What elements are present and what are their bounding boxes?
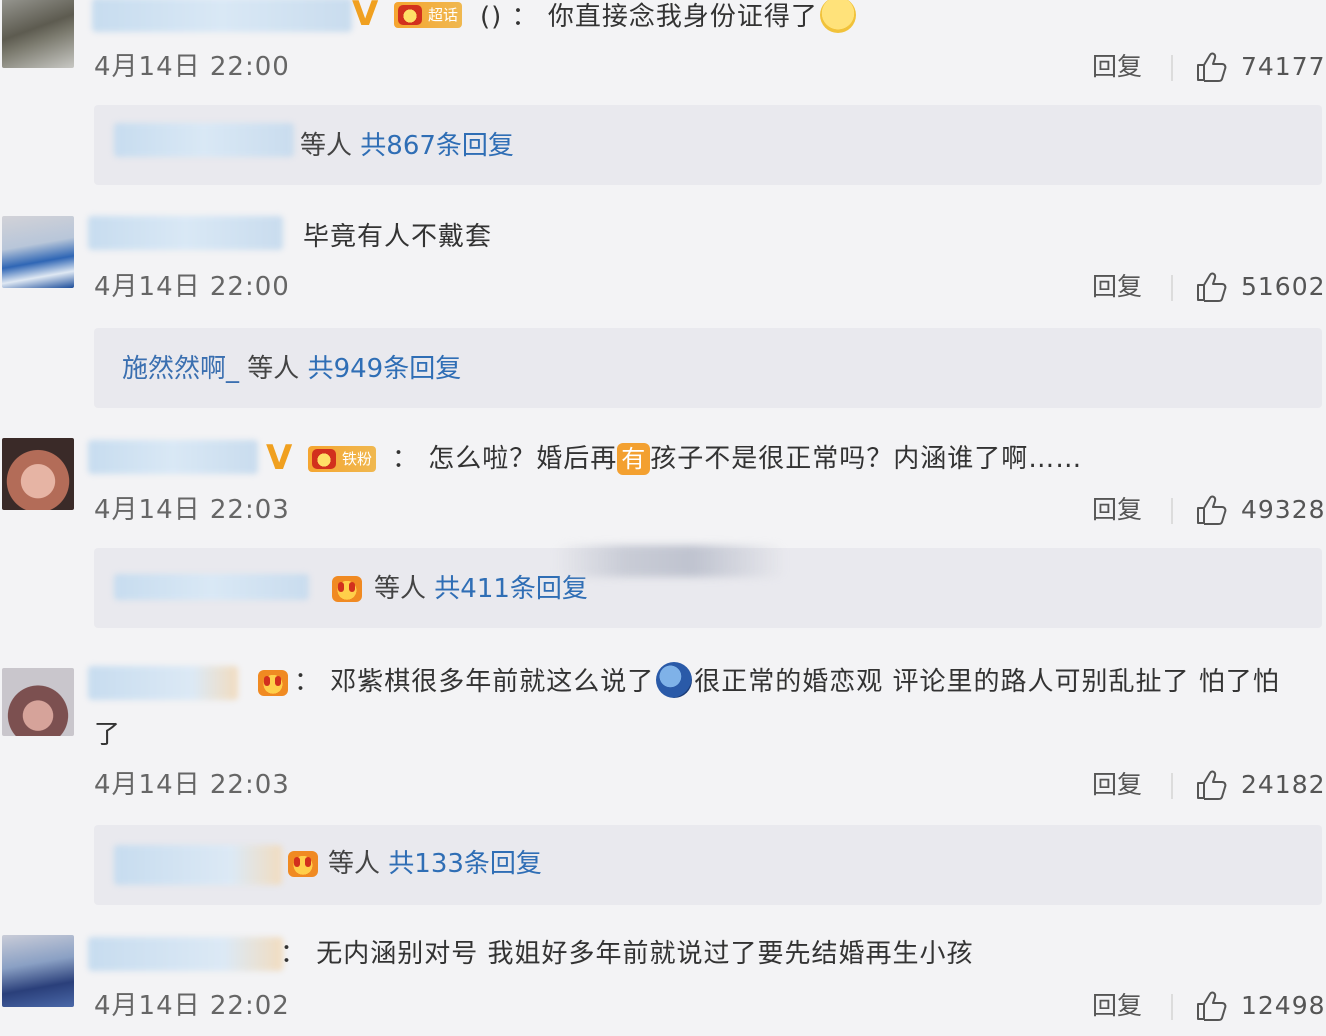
username-blurred[interactable] <box>92 0 352 32</box>
comment-1: V 超话 () ： 你直接念我身份证得了 4月14日 22:00 回复 7417… <box>0 0 1326 200</box>
level-badge[interactable]: 铁粉 <box>308 446 377 472</box>
sub-replies-summary: 等人 共133条回复 <box>328 847 542 881</box>
like-count: 51602 <box>1241 272 1326 301</box>
comment-text: 毕竟有人不戴套 <box>303 222 493 252</box>
comment-text-part-1: ： 怎么啦？婚后再 <box>392 444 618 474</box>
view-replies-link[interactable]: 共411条回复 <box>434 574 588 604</box>
username-blurred[interactable] <box>88 937 283 971</box>
reply-button[interactable]: 回复 <box>1092 990 1142 1022</box>
divider <box>1171 994 1173 1020</box>
sub-replies-box[interactable]: 等人 共867条回复 <box>94 105 1322 185</box>
comment-text-wrap: 了 <box>94 720 122 750</box>
like-count: 24182 <box>1241 770 1326 799</box>
comment-text: ： 怎么啦？婚后再有孩子不是很正常吗？内涵谁了啊…… <box>392 442 1082 476</box>
timestamp: 4月14日 22:00 <box>94 52 290 82</box>
sub-replies-who: 等人 <box>328 849 381 879</box>
view-replies-link[interactable]: 共949条回复 <box>308 354 462 384</box>
image-artifact <box>555 545 785 577</box>
view-replies-link[interactable]: 共867条回复 <box>360 131 514 161</box>
sub-reply-users-blurred[interactable] <box>114 123 294 157</box>
avatar[interactable] <box>2 216 74 288</box>
like-count: 49328 <box>1241 495 1326 524</box>
sub-replies-who: 等人 <box>374 574 427 604</box>
comment-text-part-2: 孩子不是很正常吗？内涵谁了啊…… <box>650 444 1083 474</box>
reply-button[interactable]: 回复 <box>1092 51 1142 83</box>
comment-3: V 铁粉 ： 怎么啦？婚后再有孩子不是很正常吗？内涵谁了啊…… 4月14日 22… <box>0 438 1326 638</box>
view-replies-link[interactable]: 共133条回复 <box>388 849 542 879</box>
comment-2: 毕竟有人不戴套 4月14日 22:00 回复 51602 施然然啊_ 等人 共9… <box>0 216 1326 421</box>
divider <box>1171 773 1173 799</box>
divider <box>1171 275 1173 301</box>
sub-replies-box[interactable]: 施然然啊_ 等人 共949条回复 <box>94 328 1322 408</box>
timestamp: 4月14日 22:03 <box>94 770 290 800</box>
level-badge[interactable]: 超话 <box>394 2 463 28</box>
sub-reply-users-blurred[interactable] <box>114 574 309 600</box>
username-blurred[interactable] <box>88 666 238 700</box>
sub-replies-summary: 等人 共867条回复 <box>300 129 514 163</box>
reply-button[interactable]: 回复 <box>1092 769 1142 801</box>
thumbs-up-icon[interactable] <box>1194 270 1228 304</box>
like-count: 74177 <box>1241 52 1326 81</box>
comment-text: ： 邓紫棋很多年前就这么说了 很正常的婚恋观 评论里的路人可别乱扯了 怕了怕 <box>294 662 1280 699</box>
crown-icon <box>258 670 288 696</box>
avatar[interactable] <box>2 668 74 736</box>
reply-button[interactable]: 回复 <box>1092 271 1142 303</box>
like-count: 12498 <box>1241 991 1326 1020</box>
username-blurred[interactable] <box>88 440 258 474</box>
crown-icon <box>288 851 318 877</box>
v-badge-icon: V <box>266 438 293 478</box>
avatar[interactable] <box>2 438 74 510</box>
comment-text: () ： 你直接念我身份证得了 <box>480 0 858 34</box>
sub-reply-username[interactable]: 施然然啊_ <box>122 354 239 384</box>
avatar[interactable] <box>2 0 74 68</box>
sub-replies-box[interactable]: 等人 共133条回复 <box>94 825 1322 905</box>
comment-text: ： 无内涵别对号 我姐好多年前就说过了要先结婚再生小孩 <box>280 939 974 969</box>
timestamp: 4月14日 22:03 <box>94 495 290 525</box>
divider <box>1171 498 1173 524</box>
sub-reply-users-blurred[interactable] <box>114 845 282 885</box>
thumbs-up-icon[interactable] <box>1194 989 1228 1023</box>
v-badge-icon: V <box>352 0 379 34</box>
crown-icon <box>332 576 362 602</box>
comment-text-part-1: ： 邓紫棋很多年前就这么说了 <box>294 667 655 697</box>
thumbs-up-icon[interactable] <box>1194 50 1228 84</box>
thumbs-up-icon[interactable] <box>1194 493 1228 527</box>
sub-replies-summary: 施然然啊_ 等人 共949条回复 <box>122 352 461 386</box>
sub-replies-summary: 等人 共411条回复 <box>374 572 588 606</box>
comment-5: ： 无内涵别对号 我姐好多年前就说过了要先结婚再生小孩 4月14日 22:02 … <box>0 935 1326 1036</box>
doge-emoji-icon <box>819 0 856 33</box>
reply-button[interactable]: 回复 <box>1092 494 1142 526</box>
sub-replies-who: 等人 <box>247 354 300 384</box>
timestamp: 4月14日 22:02 <box>94 991 290 1021</box>
timestamp: 4月14日 22:00 <box>94 272 290 302</box>
divider <box>1171 55 1173 81</box>
comment-4: ： 邓紫棋很多年前就这么说了 很正常的婚恋观 评论里的路人可别乱扯了 怕了怕 了 … <box>0 660 1326 910</box>
highlight-word: 有 <box>617 443 651 475</box>
sub-replies-who: 等人 <box>300 131 353 161</box>
comment-text-part-2: 很正常的婚恋观 评论里的路人可别乱扯了 怕了怕 <box>694 667 1280 697</box>
thumbs-up-icon[interactable] <box>1194 768 1228 802</box>
username-blurred[interactable] <box>88 216 283 250</box>
comment-text-body: () ： 你直接念我身份证得了 <box>480 2 818 32</box>
shark-emoji-icon <box>656 662 693 698</box>
avatar[interactable] <box>2 935 74 1007</box>
